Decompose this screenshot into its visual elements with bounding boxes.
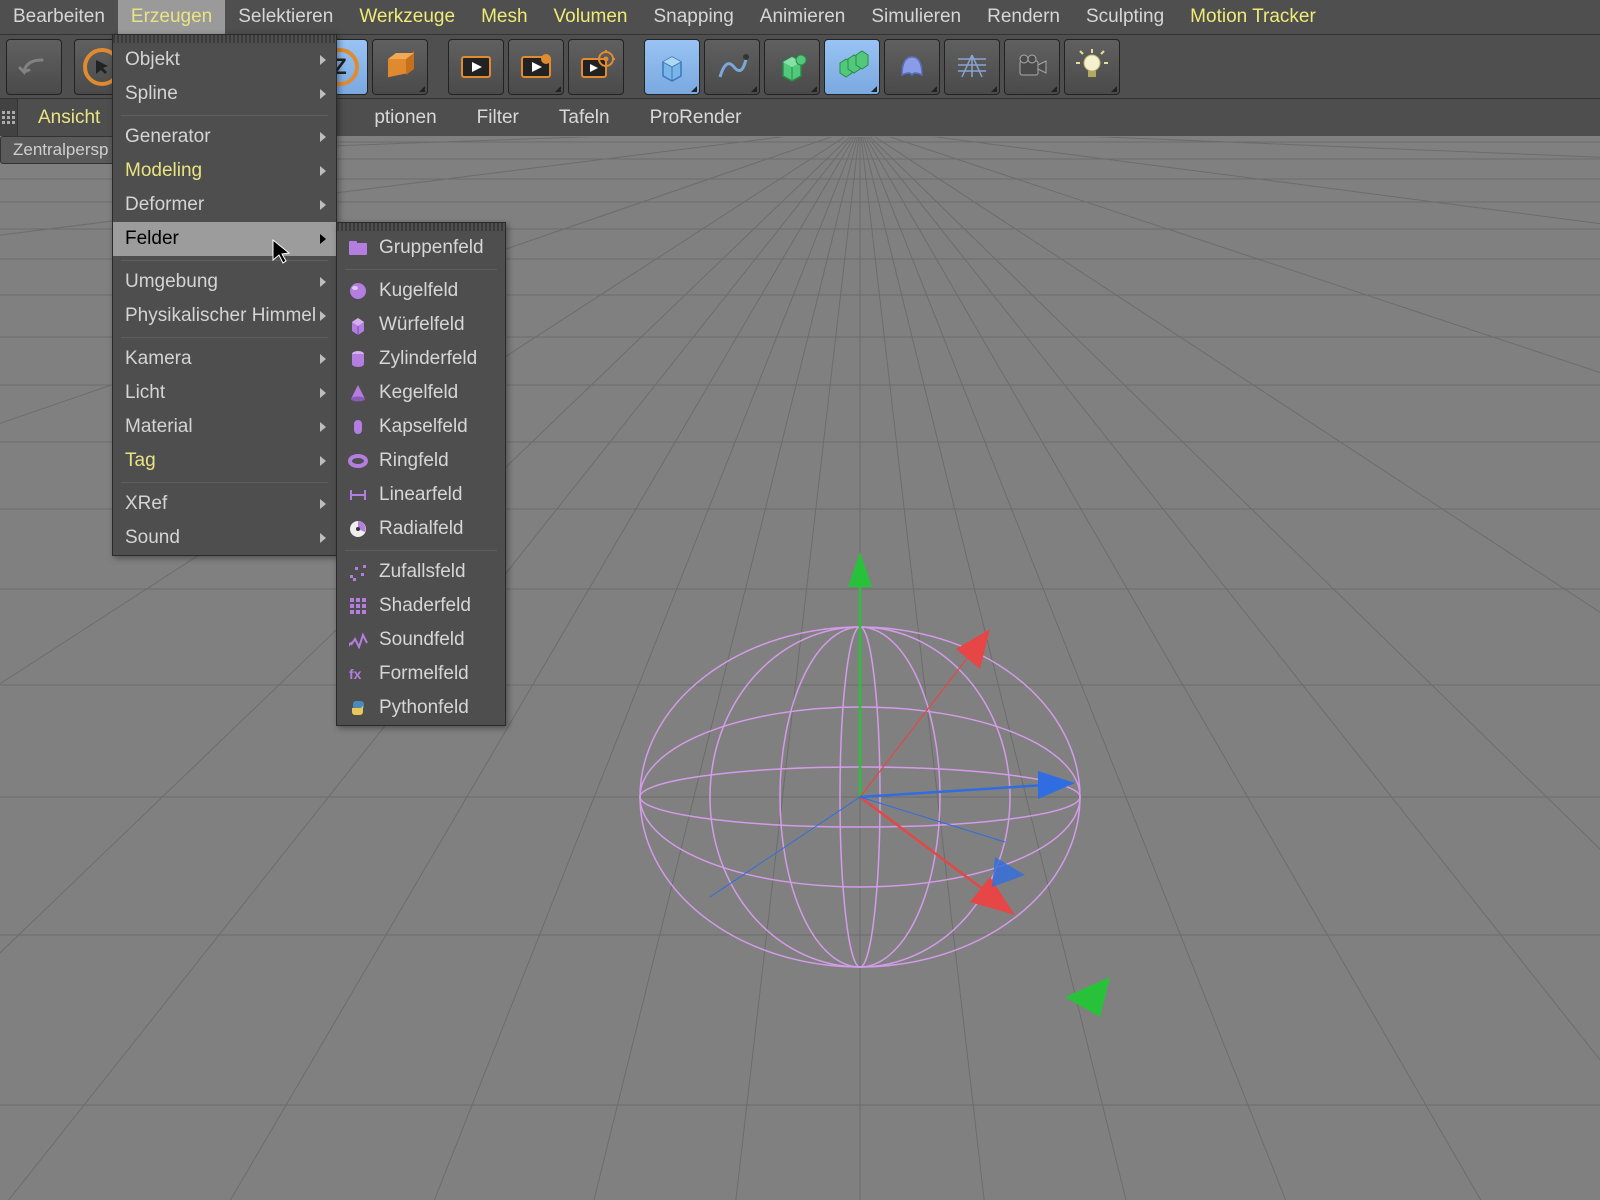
render-settings-button[interactable] [568,39,624,95]
submenu-item-pythonfeld[interactable]: Pythonfeld [337,691,505,725]
menu-rendern[interactable]: Rendern [974,0,1073,34]
shader-icon [347,595,369,617]
view-menu-ansicht[interactable]: Ansicht [18,99,120,136]
submenu-item-soundfeld[interactable]: Soundfeld [337,623,505,657]
dropdown-item-physikalischer-himmel[interactable]: Physikalischer Himmel [113,299,336,333]
cube-icon [347,314,369,336]
submenu-item-radialfeld[interactable]: Radialfeld [337,512,505,546]
menu-bearbeiten[interactable]: Bearbeiten [0,0,118,34]
submenu-item-kegelfeld[interactable]: Kegelfeld [337,376,505,410]
dropdown-item-spline[interactable]: Spline [113,77,336,111]
submenu-item-zufallsfeld[interactable]: Zufallsfeld [337,555,505,589]
dropdown-item-felder[interactable]: Felder [113,222,336,256]
add-light-button[interactable] [1064,39,1120,95]
coord-system-button[interactable] [372,39,428,95]
render-picture-viewer-button[interactable] [508,39,564,95]
menu-werkzeuge[interactable]: Werkzeuge [346,0,468,34]
submenu-item-label: Würfelfeld [379,314,465,336]
dropdown-item-umgebung[interactable]: Umgebung [113,265,336,299]
submenu-item-label: Formelfeld [379,663,469,685]
torus-icon [347,450,369,472]
menu-animieren[interactable]: Animieren [747,0,859,34]
formula-icon: fx [347,663,369,685]
submenu-item-label: Shaderfeld [379,595,471,617]
submenu-item-würfelfeld[interactable]: Würfelfeld [337,308,505,342]
submenu-item-gruppenfeld[interactable]: Gruppenfeld [337,231,505,265]
submenu-item-label: Soundfeld [379,629,465,651]
dropdown-item-deformer[interactable]: Deformer [113,188,336,222]
menu-erzeugen[interactable]: Erzeugen [118,0,225,34]
add-camera-button[interactable] [1004,39,1060,95]
dropdown-item-kamera[interactable]: Kamera [113,342,336,376]
view-menu-prorender[interactable]: ProRender [630,99,762,136]
submenu-item-label: Pythonfeld [379,697,469,719]
undo-button[interactable] [6,39,62,95]
submenu-item-linearfeld[interactable]: Linearfeld [337,478,505,512]
menu-sculpting[interactable]: Sculpting [1073,0,1177,34]
submenu-item-label: Zylinderfeld [379,348,477,370]
submenu-item-shaderfeld[interactable]: Shaderfeld [337,589,505,623]
submenu-item-ringfeld[interactable]: Ringfeld [337,444,505,478]
view-menu-optionen[interactable]: ptionen [354,99,456,136]
linear-icon [347,484,369,506]
dropdown-item-modeling[interactable]: Modeling [113,154,336,188]
random-icon [347,561,369,583]
perspective-label[interactable]: Zentralpersp [0,136,121,164]
submenu-item-label: Radialfeld [379,518,464,540]
dropdown-item-sound[interactable]: Sound [113,521,336,555]
menubar: BearbeitenErzeugenSelektierenWerkzeugeMe… [0,0,1600,34]
dropdown-item-xref[interactable]: XRef [113,487,336,521]
folder-icon [347,237,369,259]
submenu-item-label: Ringfeld [379,450,449,472]
menu-selektieren[interactable]: Selektieren [225,0,346,34]
radial-icon [347,518,369,540]
dropdown-item-generator[interactable]: Generator [113,120,336,154]
submenu-item-label: Kapselfeld [379,416,468,438]
view-menu-tafeln[interactable]: Tafeln [539,99,630,136]
add-environment-button[interactable] [944,39,1000,95]
submenu-item-kugelfeld[interactable]: Kugelfeld [337,274,505,308]
sound-icon [347,629,369,651]
felder-submenu: Gruppenfeld Kugelfeld Würfelfeld Zylinderfe… [336,222,506,726]
add-cube-button[interactable] [644,39,700,95]
sphere-icon [347,280,369,302]
menu-mesh[interactable]: Mesh [468,0,540,34]
menu-snapping[interactable]: Snapping [641,0,747,34]
dropdown-item-tag[interactable]: Tag [113,444,336,478]
cone-icon [347,382,369,404]
submenu-item-label: Gruppenfeld [379,237,484,259]
menu-volumen[interactable]: Volumen [541,0,641,34]
dropdown-item-objekt[interactable]: Objekt [113,43,336,77]
add-spline-button[interactable] [704,39,760,95]
submenu-item-label: Linearfeld [379,484,462,506]
submenu-item-label: Kugelfeld [379,280,458,302]
view-menu-filter[interactable]: Filter [457,99,539,136]
submenu-item-label: Zufallsfeld [379,561,466,583]
dropdown-item-licht[interactable]: Licht [113,376,336,410]
add-deformer-button[interactable] [884,39,940,95]
capsule-icon [347,416,369,438]
submenu-item-label: Kegelfeld [379,382,458,404]
svg-text:fx: fx [349,666,362,682]
erzeugen-dropdown: ObjektSpline GeneratorModelingDeformerFel… [112,34,337,556]
cylinder-icon [347,348,369,370]
menu-simulieren[interactable]: Simulieren [858,0,974,34]
submenu-item-formelfeld[interactable]: fx Formelfeld [337,657,505,691]
add-generator-button[interactable] [764,39,820,95]
python-icon [347,697,369,719]
render-view-button[interactable] [448,39,504,95]
submenu-item-kapselfeld[interactable]: Kapselfeld [337,410,505,444]
add-instance-button[interactable] [824,39,880,95]
grid-icon[interactable] [0,99,18,136]
submenu-item-zylinderfeld[interactable]: Zylinderfeld [337,342,505,376]
menu-motion-tracker[interactable]: Motion Tracker [1177,0,1329,34]
dropdown-item-material[interactable]: Material [113,410,336,444]
